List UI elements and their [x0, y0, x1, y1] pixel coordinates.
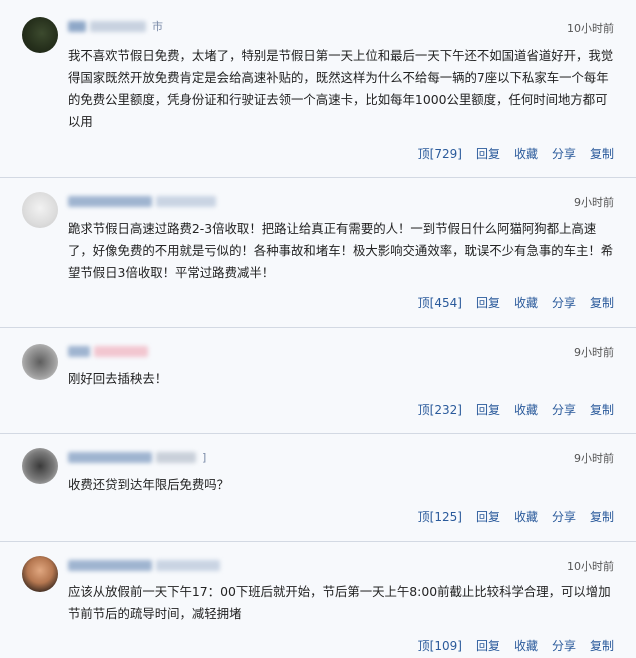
comment-text: 跪求节假日高速过路费2-3倍收取！把路让给真正有需要的人！一到节假日什么阿猫阿狗… [68, 221, 614, 280]
location-redacted [156, 451, 196, 463]
comment-item: 10小时前 应该从放假前一天下午17：00下班后就开始，节后第一天上午8:00前… [0, 542, 636, 658]
reply-button[interactable]: 回复 [476, 637, 500, 654]
favorite-button[interactable]: 收藏 [514, 145, 538, 162]
comment-time: 9小时前 [574, 196, 614, 209]
comment-item: 市 10小时前 我不喜欢节假日免费，太堵了，特别是节假日第一天上位和最后一天下午… [0, 0, 636, 178]
comment-text: 我不喜欢节假日免费，太堵了，特别是节假日第一天上位和最后一天下午还不如国道省道好… [68, 48, 614, 129]
avatar[interactable] [22, 556, 58, 592]
comment-time: 9小时前 [574, 452, 614, 465]
user-meta: 市 [68, 19, 163, 33]
favorite-button[interactable]: 收藏 [514, 294, 538, 311]
user-meta: ] [68, 450, 206, 464]
avatar[interactable] [22, 344, 58, 380]
reply-button[interactable]: 回复 [476, 294, 500, 311]
comment-item: ] 9小时前 收费还贷到达年限后免费吗？ 顶[125] 回复 收藏 分享 复制 [0, 434, 636, 542]
comment-actions: 顶[232] 回复 收藏 分享 复制 [418, 401, 614, 418]
comment-time: 9小时前 [574, 346, 614, 359]
username-redacted[interactable] [68, 20, 86, 32]
share-button[interactable]: 分享 [552, 294, 576, 311]
share-button[interactable]: 分享 [552, 401, 576, 418]
user-meta [68, 194, 222, 208]
copy-button[interactable]: 复制 [590, 401, 614, 418]
upvote-button[interactable]: 顶[454] [418, 294, 462, 311]
username-redacted[interactable] [68, 559, 152, 571]
upvote-count: [729] [429, 147, 462, 161]
comment-text: 收费还贷到达年限后免费吗？ [68, 477, 230, 492]
copy-button[interactable]: 复制 [590, 145, 614, 162]
location-redacted [156, 559, 220, 571]
upvote-button[interactable]: 顶[729] [418, 145, 462, 162]
username-redacted[interactable] [68, 451, 152, 463]
comment-item: 9小时前 跪求节假日高速过路费2-3倍收取！把路让给真正有需要的人！一到节假日什… [0, 178, 636, 328]
comment-actions: 顶[454] 回复 收藏 分享 复制 [418, 294, 614, 311]
comment-text: 刚好回去插秧去！ [68, 371, 168, 386]
comment-text: 应该从放假前一天下午17：00下班后就开始，节后第一天上午8:00前截止比较科学… [68, 584, 611, 621]
location-redacted [90, 20, 146, 32]
avatar[interactable] [22, 17, 58, 53]
comment-list: 市 10小时前 我不喜欢节假日免费，太堵了，特别是节假日第一天上位和最后一天下午… [0, 0, 636, 658]
upvote-count: [125] [429, 510, 462, 524]
comment-time: 10小时前 [567, 560, 614, 573]
favorite-button[interactable]: 收藏 [514, 508, 538, 525]
avatar[interactable] [22, 192, 58, 228]
copy-button[interactable]: 复制 [590, 508, 614, 525]
copy-button[interactable]: 复制 [590, 637, 614, 654]
user-meta [68, 344, 154, 358]
reply-button[interactable]: 回复 [476, 401, 500, 418]
upvote-count: [454] [429, 296, 462, 310]
copy-button[interactable]: 复制 [590, 294, 614, 311]
upvote-button[interactable]: 顶[109] [418, 637, 462, 654]
favorite-button[interactable]: 收藏 [514, 637, 538, 654]
comment-actions: 顶[729] 回复 收藏 分享 复制 [418, 145, 614, 162]
share-button[interactable]: 分享 [552, 508, 576, 525]
username-redacted[interactable] [68, 195, 152, 207]
avatar[interactable] [22, 448, 58, 484]
comment-item: 9小时前 刚好回去插秧去！ 顶[232] 回复 收藏 分享 复制 [0, 328, 636, 434]
favorite-button[interactable]: 收藏 [514, 401, 538, 418]
comment-actions: 顶[109] 回复 收藏 分享 复制 [418, 637, 614, 654]
location-suffix: 市 [152, 20, 163, 33]
reply-button[interactable]: 回复 [476, 508, 500, 525]
comment-actions: 顶[125] 回复 收藏 分享 复制 [418, 508, 614, 525]
location-redacted [156, 195, 216, 207]
username-redacted[interactable] [68, 345, 90, 357]
upvote-count: [232] [429, 403, 462, 417]
share-button[interactable]: 分享 [552, 145, 576, 162]
upvote-button[interactable]: 顶[125] [418, 508, 462, 525]
upvote-count: [109] [429, 639, 462, 653]
comment-time: 10小时前 [567, 22, 614, 35]
share-button[interactable]: 分享 [552, 637, 576, 654]
location-redacted [94, 345, 148, 357]
reply-button[interactable]: 回复 [476, 145, 500, 162]
upvote-button[interactable]: 顶[232] [418, 401, 462, 418]
user-meta [68, 558, 226, 572]
location-suffix: ] [202, 450, 207, 464]
